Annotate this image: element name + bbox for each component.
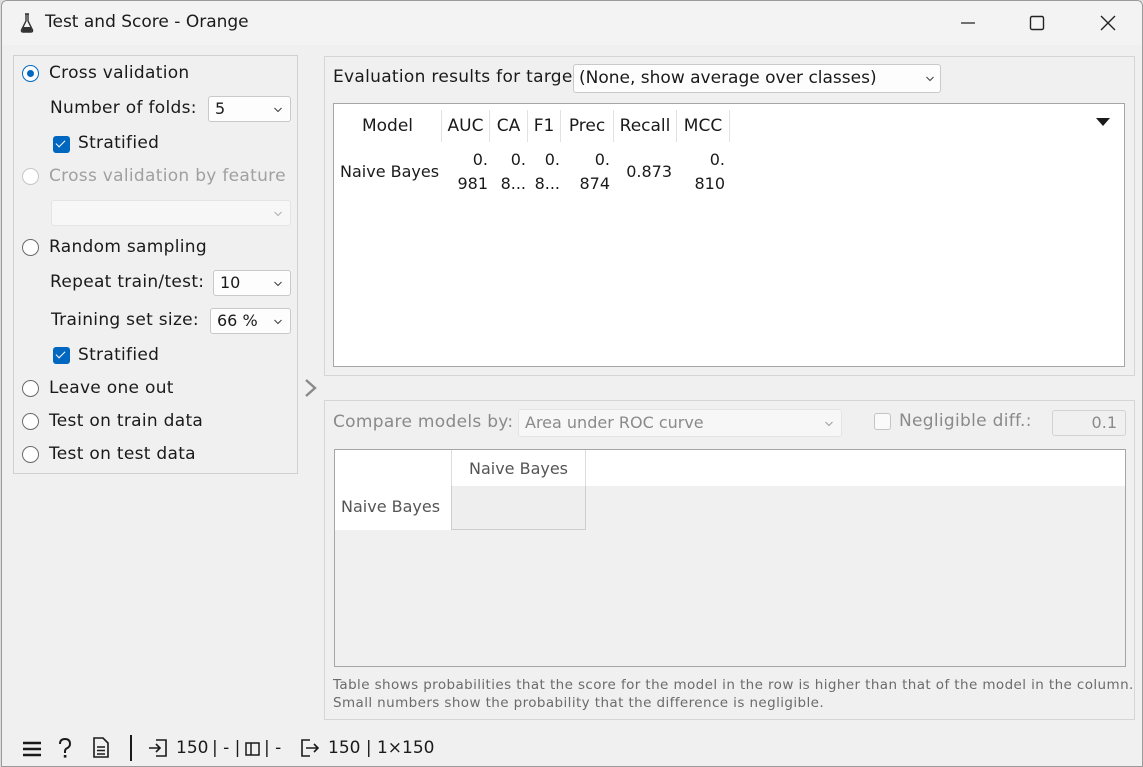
close-icon [1100, 15, 1116, 31]
repeat-train-test-label: Repeat train/test: [50, 272, 205, 292]
chevron-down-icon [274, 319, 282, 325]
column-header-recall[interactable]: Recall [614, 110, 677, 142]
recall-cell: 0.873 [626, 162, 672, 181]
column-header-auc[interactable]: AUC [442, 110, 490, 142]
status-separator-2: | - [264, 738, 282, 758]
prec-cell-line2: 874 [579, 174, 610, 193]
input-icon[interactable] [148, 738, 168, 758]
data-table-icon [245, 742, 260, 756]
menu-icon[interactable] [22, 740, 42, 758]
auc-cell-line1: 0. [472, 150, 488, 169]
close-button[interactable] [1073, 1, 1142, 45]
training-set-size-label: Training set size: [51, 310, 199, 330]
compare-models-label: Compare models by: [333, 412, 514, 432]
title-bar: Test and Score - Orange [2, 1, 1142, 45]
leave-one-out-label[interactable]: Leave one out [49, 378, 174, 398]
status-divider [130, 735, 132, 761]
target-class-value: (None, show average over classes) [579, 68, 877, 88]
test-on-train-radio[interactable] [22, 413, 39, 430]
training-set-size-value: 66 % [217, 311, 258, 330]
leave-one-out-radio[interactable] [22, 380, 39, 397]
mcc-cell-line1: 0. [709, 150, 725, 169]
negligible-diff-input[interactable]: 0.1 [1052, 410, 1126, 436]
minimize-button[interactable] [933, 1, 1003, 45]
compare-models-value: Area under ROC curve [525, 413, 704, 432]
f1-cell-line2: 8... [534, 174, 560, 193]
chevron-down-icon [825, 421, 833, 427]
output-summary: 150 | 1×150 [328, 738, 435, 758]
stratified-checkbox-random[interactable] [53, 347, 70, 364]
cv-by-feature-label[interactable]: Cross validation by feature [49, 166, 286, 186]
output-icon[interactable] [300, 738, 320, 758]
training-set-size-select[interactable]: 66 % [210, 308, 291, 334]
test-on-test-radio[interactable] [22, 446, 39, 463]
negligible-diff-label[interactable]: Negligible diff.: [899, 411, 1032, 431]
random-sampling-label[interactable]: Random sampling [49, 237, 207, 257]
stratified-checkbox-cv[interactable] [53, 136, 70, 153]
auc-cell-line2: 981 [457, 174, 488, 193]
number-of-folds-value: 5 [215, 99, 226, 118]
chevron-down-icon [926, 76, 934, 82]
compare-models-table[interactable]: Naive Bayes Naive Bayes [334, 449, 1126, 667]
compare-models-select[interactable]: Area under ROC curve [518, 409, 842, 437]
maximize-button[interactable] [1002, 1, 1072, 45]
model-name-cell: Naive Bayes [340, 162, 440, 181]
repeat-train-test-value: 10 [220, 273, 241, 292]
report-icon[interactable] [92, 737, 110, 758]
mcc-cell-line2: 810 [694, 174, 725, 193]
f1-cell-line1: 0. [544, 150, 560, 169]
chevron-right-icon[interactable] [303, 378, 319, 398]
test-on-train-label[interactable]: Test on train data [49, 411, 203, 431]
minimize-icon [961, 22, 975, 24]
column-header-f1[interactable]: F1 [528, 110, 561, 142]
test-on-test-label[interactable]: Test on test data [49, 444, 196, 464]
feature-select[interactable] [51, 200, 291, 226]
target-class-select[interactable]: (None, show average over classes) [573, 64, 941, 93]
cross-validation-radio[interactable] [22, 65, 39, 82]
cv-by-feature-radio[interactable] [22, 168, 39, 185]
negligible-diff-value: 0.1 [1091, 413, 1117, 432]
negligible-diff-checkbox[interactable] [874, 413, 891, 430]
column-header-mcc[interactable]: MCC [677, 110, 730, 142]
cross-validation-label[interactable]: Cross validation [49, 63, 190, 83]
chevron-down-icon [274, 211, 282, 217]
status-separator-1: | - | [212, 738, 241, 758]
help-icon[interactable] [57, 737, 73, 759]
test-and-score-window: Test and Score - Orange Cross validation… [1, 0, 1143, 767]
compare-note-line2: Small numbers show the probability that … [333, 695, 825, 711]
repeat-train-test-select[interactable]: 10 [213, 270, 291, 296]
input-count: 150 [176, 738, 209, 758]
chevron-down-icon [274, 281, 282, 287]
column-header-ca[interactable]: CA [490, 110, 528, 142]
orange-flask-icon [20, 13, 34, 33]
number-of-folds-select[interactable]: 5 [208, 96, 291, 122]
status-bar: 150 | - | | - 150 | 1×150 [2, 729, 1142, 766]
compare-cell [451, 486, 586, 530]
column-header-prec[interactable]: Prec [561, 110, 614, 142]
chevron-down-icon [274, 107, 282, 113]
evaluation-results-table[interactable]: Model AUC CA F1 Prec Recall MCC Naive Ba… [333, 103, 1125, 367]
evaluation-target-label: Evaluation results for target [333, 67, 580, 87]
compare-note-line1: Table shows probabilities that the score… [333, 677, 1134, 693]
compare-column-header[interactable]: Naive Bayes [451, 450, 586, 486]
number-of-folds-label: Number of folds: [50, 98, 197, 118]
header-menu-icon[interactable] [1096, 118, 1110, 126]
prec-cell-line1: 0. [594, 150, 610, 169]
maximize-icon [1029, 15, 1045, 31]
window-title: Test and Score - Orange [45, 12, 249, 32]
column-header-model[interactable]: Model [334, 110, 442, 142]
random-sampling-radio[interactable] [22, 239, 39, 256]
stratified-label-cv[interactable]: Stratified [78, 133, 159, 153]
compare-row-header[interactable]: Naive Bayes [341, 497, 440, 516]
ca-cell-line1: 0. [510, 150, 526, 169]
stratified-label-random[interactable]: Stratified [78, 345, 159, 365]
ca-cell-line2: 8... [500, 174, 526, 193]
